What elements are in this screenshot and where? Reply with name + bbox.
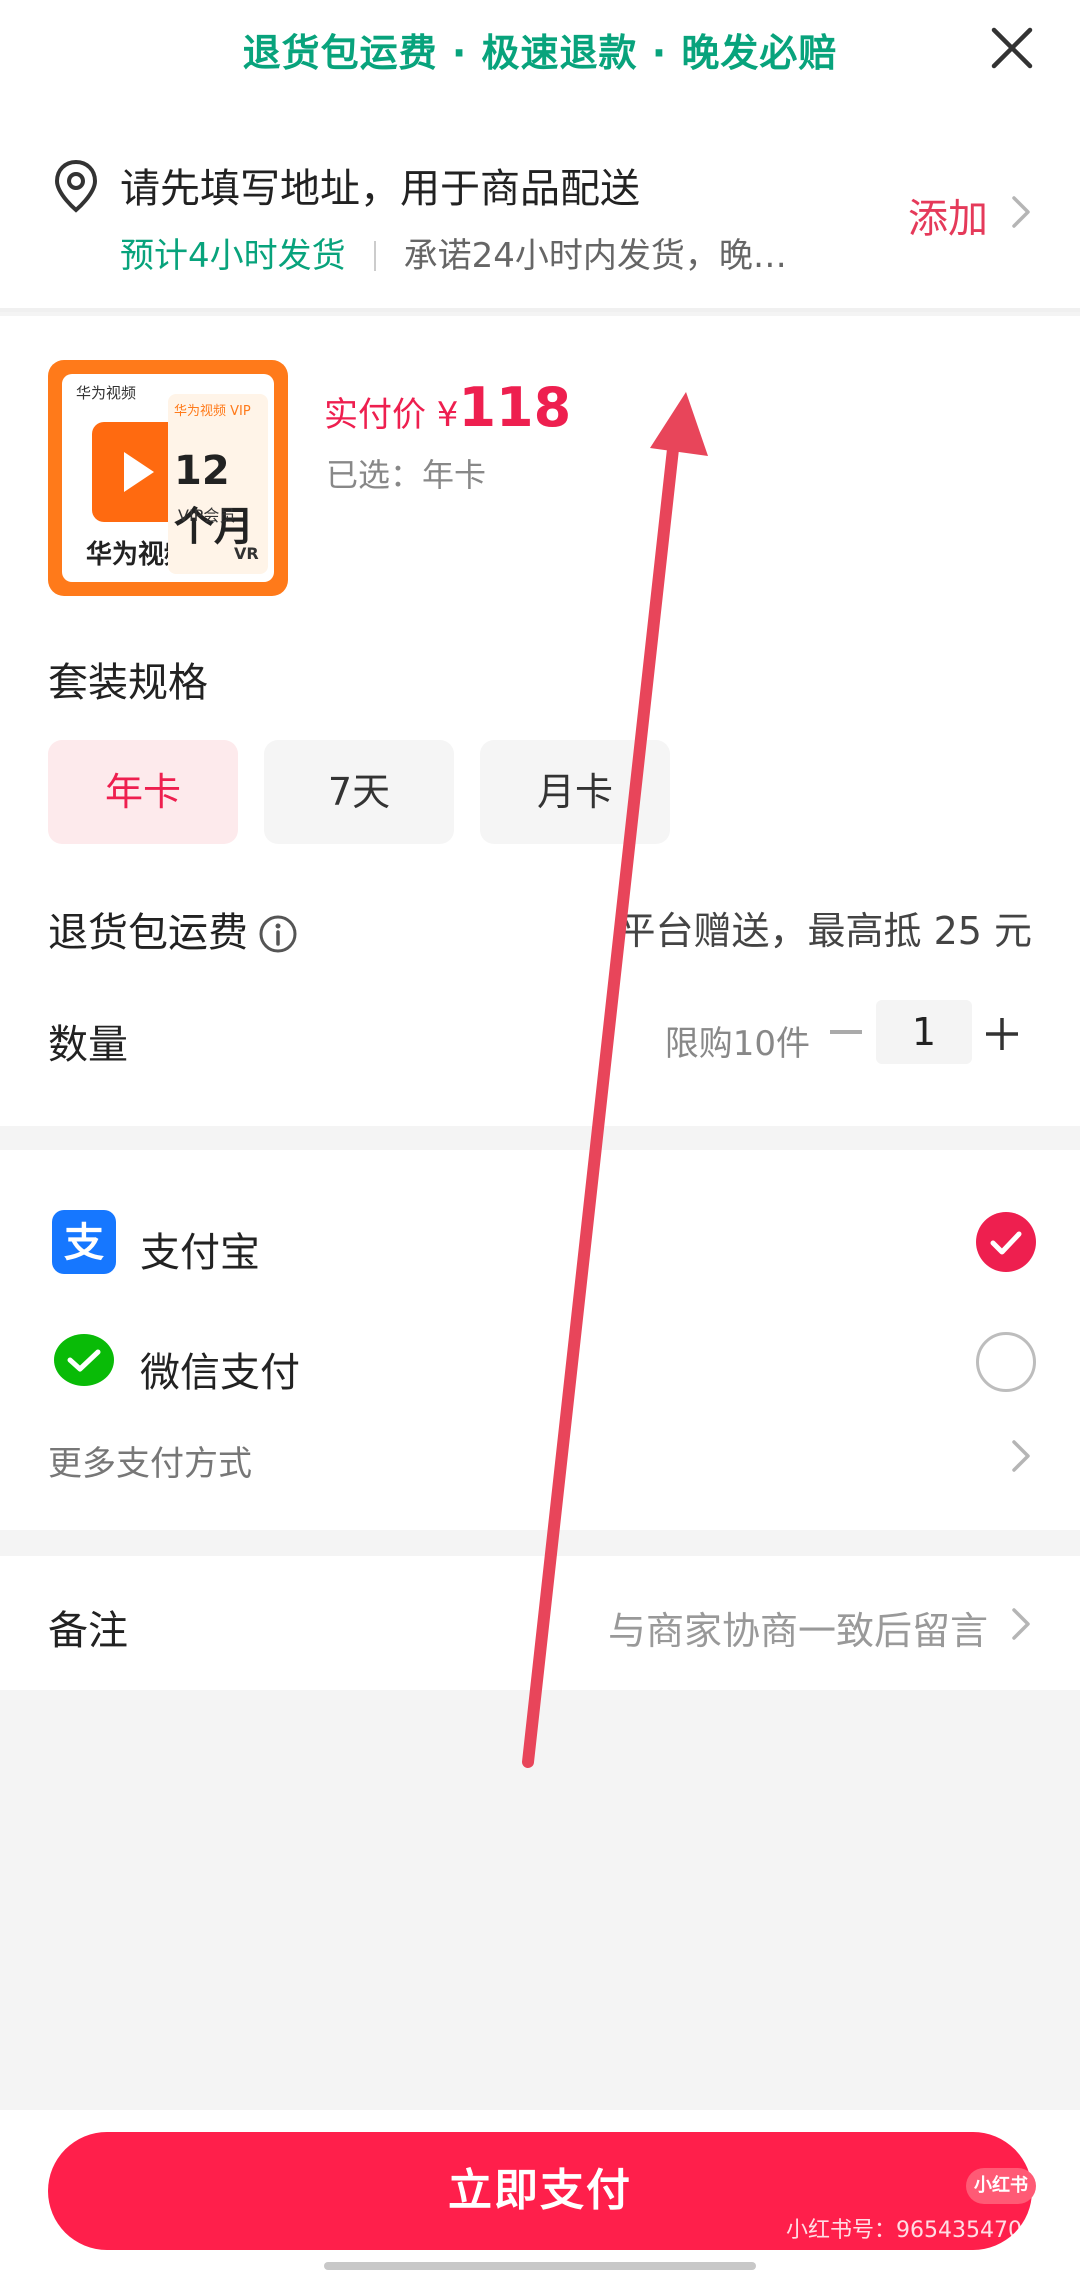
quantity-decrease-button[interactable] <box>830 1030 862 1034</box>
home-indicator[interactable] <box>324 2262 756 2270</box>
bottom-bar: 立即支付 小红书 小红书号：9654354704 <box>0 2110 1080 2274</box>
price-value: 118 <box>458 376 572 439</box>
product-image-card: 华为视频 华为视频 华为视频 VIP 12个月 VIP会员 VR <box>62 374 274 582</box>
address-prompt: 请先填写地址，用于商品配送 <box>120 166 640 212</box>
quantity-input[interactable]: 1 <box>876 1000 972 1064</box>
price-label: 实付价 ¥ <box>324 395 459 435</box>
more-payment-methods[interactable]: 更多支付方式 <box>48 1436 252 1485</box>
quantity-label: 数量 <box>48 1022 128 1068</box>
return-shipping-value: 平台赠送，最高抵 25 元 <box>617 909 1032 953</box>
product-image-side-header: 华为视频 VIP <box>174 404 251 419</box>
payment-method-alipay[interactable]: 支付宝 <box>140 1220 260 1278</box>
close-icon[interactable] <box>984 20 1040 76</box>
purchase-limit: 限购10件 <box>664 1024 810 1064</box>
info-icon[interactable] <box>258 914 298 954</box>
spec-option-7days[interactable]: 7天 <box>264 740 454 844</box>
selected-spec: 已选：年卡 <box>326 456 487 494</box>
service-banner-text: 退货包运费 · 极速退款 · 晚发必赔 <box>242 31 838 75</box>
shipping-info: 预计4小时发货 承诺24小时内发货，晚… <box>120 228 880 277</box>
return-shipping-label: 退货包运费 <box>48 900 298 958</box>
checkmark-icon <box>990 1231 1022 1255</box>
product-image-devices: VR <box>234 544 259 563</box>
quantity-increase-button[interactable] <box>984 1016 1020 1052</box>
alipay-radio[interactable] <box>976 1212 1036 1272</box>
chevron-right-icon <box>1012 1608 1030 1640</box>
chevron-right-icon <box>1012 1440 1030 1472</box>
product-image-vip: VIP会员 <box>178 506 236 525</box>
location-pin-icon <box>54 159 98 213</box>
svg-text:支: 支 <box>64 1220 104 1266</box>
chevron-right-icon <box>1012 196 1030 228</box>
watermark-logo: 小红书 <box>966 2168 1036 2204</box>
product-image-side: 华为视频 VIP 12个月 VIP会员 VR <box>168 394 268 574</box>
address-section[interactable]: 请先填写地址，用于商品配送 预计4小时发货 承诺24小时内发货，晚… 添加 <box>0 100 1080 312</box>
product-section: 华为视频 华为视频 华为视频 VIP 12个月 VIP会员 VR 实付价 ¥11… <box>0 316 1080 1126</box>
remark-label: 备注 <box>48 1608 128 1654</box>
payment-method-wechat[interactable]: 微信支付 <box>140 1340 300 1398</box>
product-image-brand: 华为视频 <box>76 384 137 402</box>
wechat-pay-icon <box>52 1330 116 1394</box>
divider <box>373 241 376 271</box>
spec-option-annual[interactable]: 年卡 <box>48 740 238 844</box>
alipay-icon: 支 <box>52 1210 116 1274</box>
add-address-button[interactable]: 添加 <box>908 186 988 244</box>
return-shipping-text: 退货包运费 <box>48 910 248 956</box>
product-image: 华为视频 华为视频 华为视频 VIP 12个月 VIP会员 VR <box>48 360 288 596</box>
shipping-eta: 预计4小时发货 <box>120 236 346 276</box>
shipping-promise: 承诺24小时内发货，晚… <box>403 236 787 276</box>
remark-hint: 与商家协商一致后留言 <box>607 1609 988 1653</box>
product-image-months: 12个月 <box>174 448 254 550</box>
watermark-text: 小红书号：9654354704 <box>786 2218 1036 2243</box>
payment-section: 支 支付宝 微信支付 更多支付方式 <box>0 1150 1080 1530</box>
price-row: 实付价 ¥118 <box>324 376 571 439</box>
service-banner: 退货包运费 · 极速退款 · 晚发必赔 <box>0 0 1080 100</box>
remark-row[interactable]: 备注 与商家协商一致后留言 <box>0 1556 1080 1690</box>
spec-option-monthly[interactable]: 月卡 <box>480 740 670 844</box>
wechat-radio[interactable] <box>976 1332 1036 1392</box>
spec-title: 套装规格 <box>48 660 208 706</box>
